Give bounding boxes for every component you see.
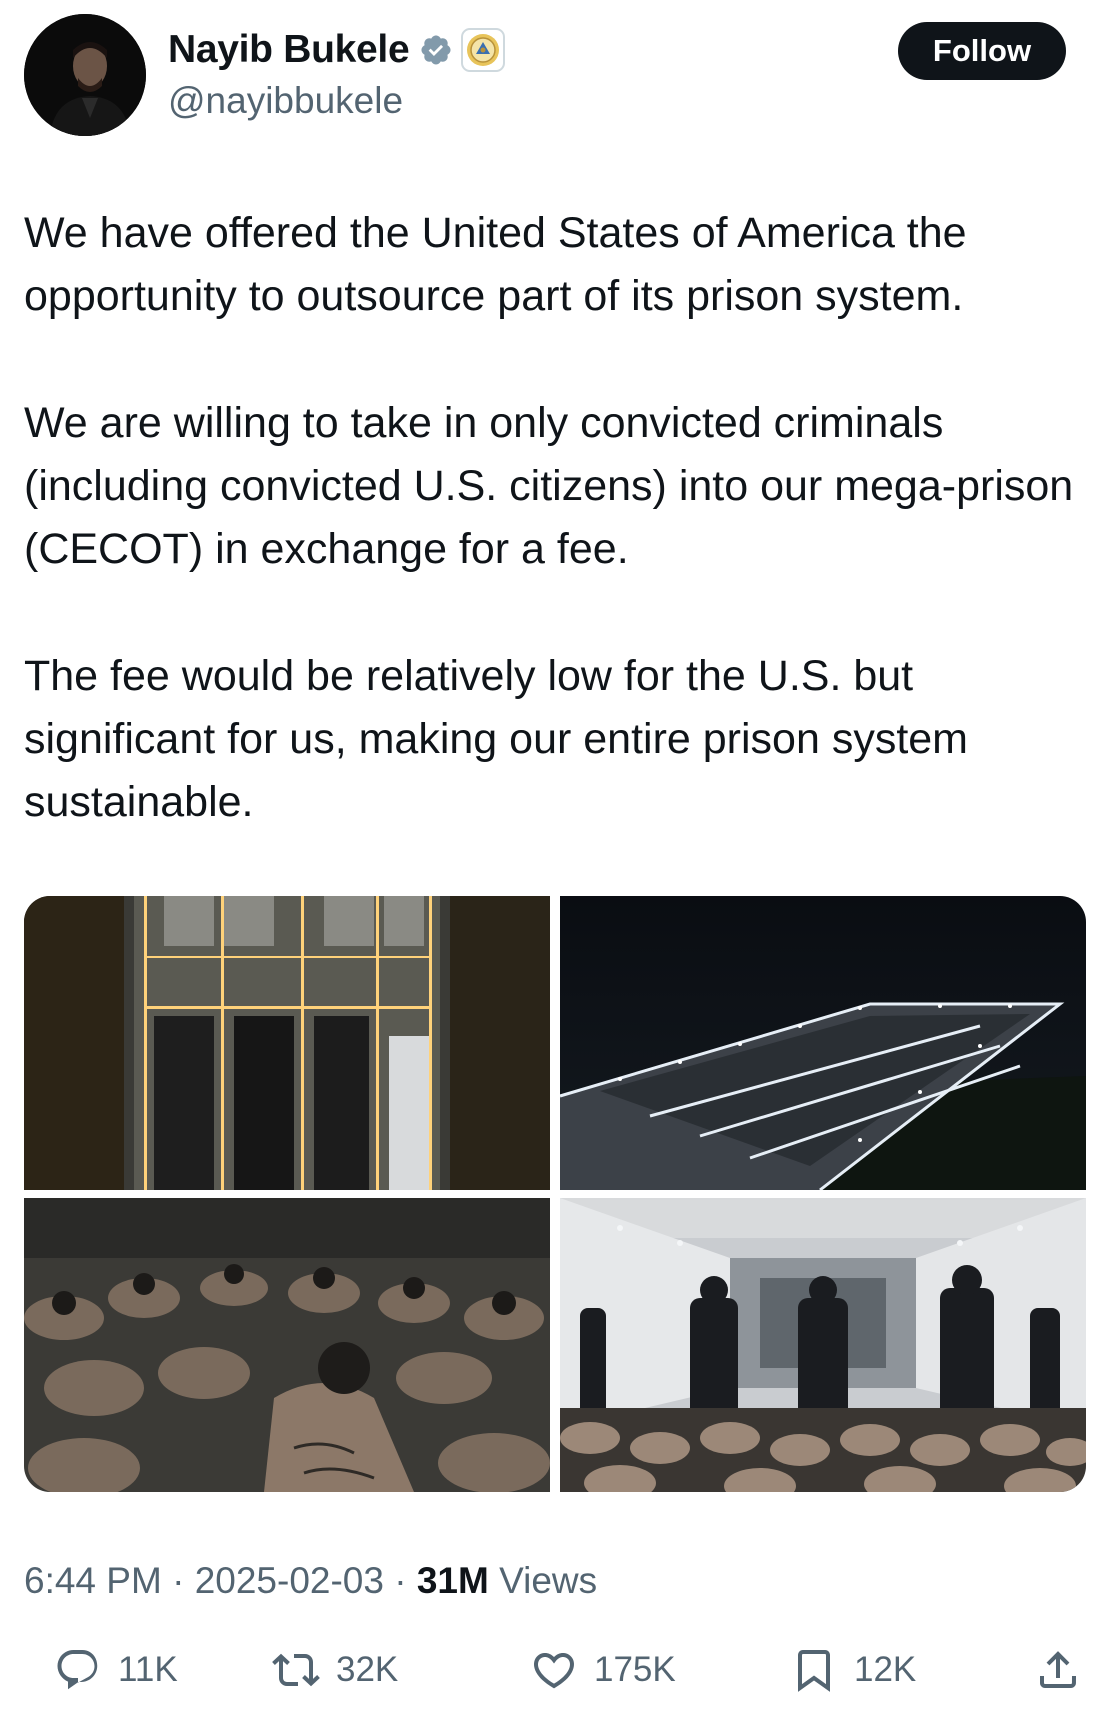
display-name[interactable]: Nayib Bukele xyxy=(168,28,410,72)
repost-count: 32K xyxy=(336,1650,399,1689)
like-count: 175K xyxy=(594,1650,676,1689)
separator: · xyxy=(394,1560,407,1601)
tweet-header: Nayib Bukele @nayibbukele Follow xyxy=(0,0,1100,150)
heart-icon xyxy=(533,1653,575,1689)
tweet-paragraph: The fee would be relatively low for the … xyxy=(24,652,969,826)
el-salvador-coat-of-arms-icon xyxy=(461,28,506,72)
like-button[interactable]: 175K xyxy=(530,1640,676,1700)
guards-hall-photo[interactable] xyxy=(560,1198,1086,1492)
bookmark-icon xyxy=(798,1650,830,1692)
follow-button[interactable]: Follow xyxy=(898,22,1066,80)
share-button[interactable] xyxy=(1034,1640,1082,1700)
share-icon xyxy=(1040,1651,1076,1688)
user-handle[interactable]: @nayibbukele xyxy=(168,80,403,122)
name-row: Nayib Bukele xyxy=(168,24,506,76)
repost-icon xyxy=(272,1653,320,1687)
bookmark-count: 12K xyxy=(854,1650,917,1689)
media-grid xyxy=(24,896,1086,1492)
reply-button[interactable]: 11K xyxy=(54,1640,178,1700)
views-count: 31M xyxy=(416,1560,489,1601)
action-bar: 11K 32K 175K 12K xyxy=(0,1640,1100,1700)
repost-button[interactable]: 32K xyxy=(272,1640,398,1700)
tweet-text: We have offered the United States of Ame… xyxy=(24,202,1084,834)
reply-count: 11K xyxy=(118,1650,178,1689)
tweet-meta: 6:44 PM · 2025-02-03 · 31M Views xyxy=(24,1560,597,1602)
verified-badge-icon xyxy=(421,35,451,65)
prison-aerial-night-photo[interactable] xyxy=(560,896,1086,1190)
tweet-paragraph: We have offered the United States of Ame… xyxy=(24,209,967,320)
prison-aerial-top-down-photo[interactable] xyxy=(24,896,550,1190)
bookmark-button[interactable]: 12K xyxy=(790,1640,916,1700)
inmates-seated-photo[interactable] xyxy=(24,1198,550,1492)
tweet-time[interactable]: 6:44 PM xyxy=(24,1560,162,1601)
separator: · xyxy=(172,1560,185,1601)
avatar[interactable] xyxy=(24,14,146,136)
avatar-image xyxy=(24,14,146,136)
tweet-date[interactable]: 2025-02-03 xyxy=(195,1560,384,1601)
views-label: Views xyxy=(499,1560,598,1601)
tweet-paragraph: We are willing to take in only convicted… xyxy=(24,399,1074,573)
reply-icon xyxy=(57,1650,98,1690)
